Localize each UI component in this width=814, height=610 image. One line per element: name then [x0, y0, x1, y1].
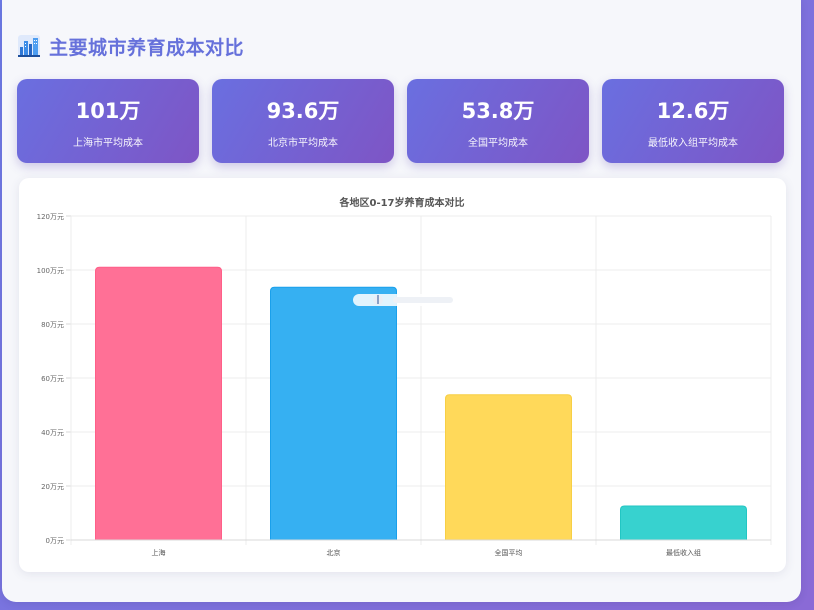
y-tick-label: 80万元 — [41, 321, 64, 329]
bar-1[interactable] — [270, 286, 397, 541]
x-tick-label: 上海 — [152, 548, 166, 557]
stat-card-shanghai: 101万 上海市平均成本 — [17, 79, 199, 163]
y-tick-label: 60万元 — [41, 375, 64, 383]
stat-label: 北京市平均成本 — [268, 138, 338, 149]
y-tick-label: 100万元 — [37, 267, 64, 275]
y-tick-label: 0万元 — [46, 537, 64, 545]
stat-card-beijing: 93.6万 北京市平均成本 — [212, 79, 394, 163]
x-tick-label: 北京 — [327, 548, 341, 557]
stat-card-national: 53.8万 全国平均成本 — [407, 79, 589, 163]
stat-cards: 101万 上海市平均成本 93.6万 北京市平均成本 53.8万 全国平均成本 … — [17, 79, 786, 163]
y-axis: 0万元 20万元 40万元 60万元 80万元 100万元 120万元 — [37, 213, 64, 545]
stat-card-lowest-income: 12.6万 最低收入组平均成本 — [602, 79, 784, 163]
stat-value: 101万 — [75, 99, 141, 123]
x-tick-label: 最低收入组 — [666, 548, 701, 557]
bar-0[interactable] — [95, 266, 222, 541]
page-header: 主要城市养育成本对比 — [18, 33, 244, 59]
x-tick-label: 全国平均 — [495, 548, 523, 557]
chart-title: 各地区0-17岁养育成本对比 — [338, 196, 464, 209]
bar-2[interactable] — [445, 394, 572, 541]
y-tick-label: 20万元 — [41, 483, 64, 491]
stat-label: 上海市平均成本 — [73, 138, 143, 149]
stat-label: 全国平均成本 — [468, 138, 528, 149]
bar-chart: 各地区0-17岁养育成本对比 0万元 20万元 40万元 60万元 80万元 100万元 1… — [37, 196, 772, 557]
dashboard-panel: 主要城市养育成本对比 101万 上海市平均成本 93.6万 北京市平均成本 53… — [2, 0, 801, 602]
bar-3[interactable] — [620, 505, 747, 541]
chart-card: 各地区0-17岁养育成本对比 0万元 20万元 40万元 60万元 80万元 100万元 1… — [19, 178, 786, 572]
stat-value: 12.6万 — [656, 99, 730, 123]
page-title: 主要城市养育成本对比 — [49, 36, 245, 59]
hover-overlay-icon — [353, 294, 463, 306]
y-tick-label: 120万元 — [37, 213, 64, 221]
stat-label: 最低收入组平均成本 — [648, 138, 738, 149]
city-chart-icon — [18, 35, 40, 57]
stat-value: 53.8万 — [461, 99, 535, 123]
y-tick-label: 40万元 — [41, 429, 64, 437]
stat-value: 93.6万 — [266, 99, 340, 123]
